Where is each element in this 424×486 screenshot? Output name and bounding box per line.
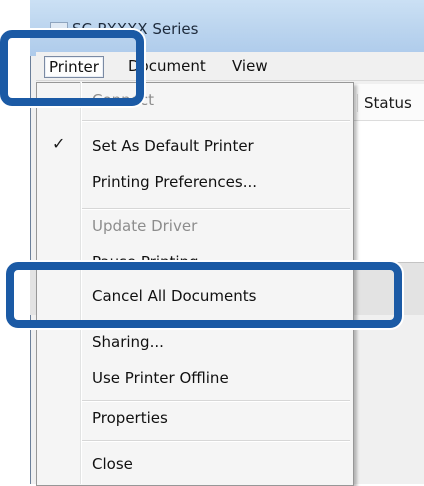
menu-item-sharing[interactable]: Sharing... [92, 330, 164, 354]
menu-separator [82, 400, 350, 402]
menu-item-set-default-printer[interactable]: Set As Default Printer [92, 134, 254, 158]
menu-view[interactable]: View [228, 56, 272, 76]
highlight-printer-menu [0, 30, 144, 106]
menu-item-update-driver: Update Driver [92, 217, 198, 235]
menu-item-close[interactable]: Close [92, 452, 133, 476]
menu-item-use-printer-offline[interactable]: Use Printer Offline [92, 366, 229, 390]
menu-separator [82, 440, 350, 442]
menu-separator [82, 208, 350, 210]
menu-separator [82, 120, 350, 122]
menu-item-properties[interactable]: Properties [92, 406, 168, 430]
column-header-status[interactable]: Status [357, 94, 412, 112]
menu-item-printing-preferences[interactable]: Printing Preferences... [92, 170, 257, 194]
checkmark-icon: ✓ [52, 134, 66, 153]
highlight-cancel-all-documents [6, 262, 402, 328]
